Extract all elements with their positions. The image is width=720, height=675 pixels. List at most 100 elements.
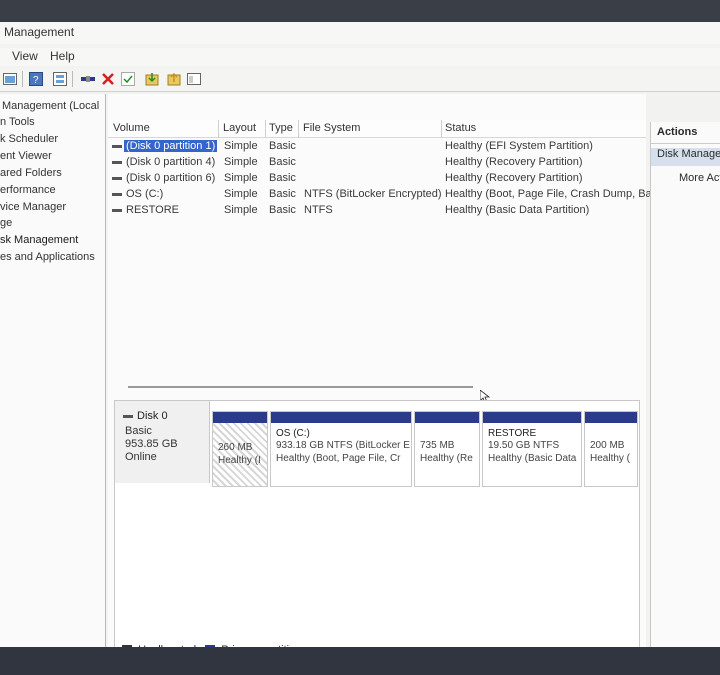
partition-status: Healthy ( [590,453,631,464]
partition-bar [483,412,581,423]
volume-layout: Simple [224,204,258,216]
volume-type: Basic [269,172,296,184]
screen-bezel-bottom [0,647,720,675]
partition-label: RESTORE [488,428,537,439]
window-title: Management [0,22,720,44]
volume-row[interactable]: OS (C:) Simple Basic NTFS (BitLocker Enc… [108,187,660,203]
connect-icon[interactable] [80,71,96,87]
volume-name: RESTORE [126,204,179,216]
disk-name: Disk 0 [137,410,168,422]
tree-root[interactable]: Management (Local [2,100,99,112]
menu-bar: View Help [0,48,720,66]
volume-icon [112,145,122,148]
volume-icon [112,193,122,196]
actions-section-disk-management[interactable]: Disk Managem [651,148,720,166]
more-actions-link[interactable]: More Act [679,172,720,184]
volume-row[interactable]: (Disk 0 partition 6) Simple Basic Health… [108,171,646,187]
partition-size: 19.50 GB NTFS [488,440,560,451]
disk-graphical-view: Disk 0 Basic 953.85 GB Online 260 MB Hea… [114,400,640,648]
horizontal-scrollbar[interactable] [128,386,473,388]
actions-title: Actions [651,126,720,144]
console-tree: Management (Local n Tools k Scheduler en… [0,94,106,659]
volume-type: Basic [269,204,296,216]
partition-status: Healthy (Boot, Page File, Cr [276,453,401,464]
col-file-system[interactable]: File System [300,122,360,134]
volume-row[interactable]: (Disk 0 partition 4) Simple Basic Health… [108,155,646,171]
partition-label: OS (C:) [276,428,310,439]
partition-bar [213,412,267,423]
partition-size: 933.18 GB NTFS (BitLocker E [276,440,410,451]
partition-block[interactable]: 200 MB Healthy ( [584,411,638,487]
svg-text:?: ? [33,75,39,86]
tree-item-disk-management[interactable]: sk Management [0,234,78,246]
screen-bezel-top [0,0,720,22]
volume-layout: Simple [224,172,258,184]
tree-item-performance[interactable]: erformance [0,184,56,196]
tree-item-tools[interactable]: n Tools [0,116,35,128]
col-volume[interactable]: Volume [110,122,150,134]
volume-layout: Simple [224,188,258,200]
volume-list-header: Volume Layout Type File System Status [108,120,646,138]
volume-name: OS (C:) [126,188,164,200]
partition-block[interactable]: OS (C:) 933.18 GB NTFS (BitLocker E Heal… [270,411,412,487]
menu-help[interactable]: Help [50,49,75,63]
center-pane: Volume Layout Type File System Status (D… [108,94,660,659]
volume-status: Healthy (Recovery Partition) [445,156,583,168]
disk-state: Online [125,451,157,463]
volume-layout: Simple [224,140,258,152]
menu-view[interactable]: View [12,49,38,63]
volume-layout: Simple [224,156,258,168]
tree-item-device-manager[interactable]: vice Manager [0,201,66,213]
export-icon[interactable] [166,71,182,87]
volume-name: (Disk 0 partition 1) [124,140,218,152]
volume-type: Basic [269,156,296,168]
col-layout[interactable]: Layout [220,122,256,134]
volume-type: Basic [269,188,296,200]
partition-status: Healthy (Re [420,453,473,464]
tree-item-event-viewer[interactable]: ent Viewer [0,150,52,162]
partition-bar [415,412,479,423]
tree-item-services-apps[interactable]: es and Applications [0,251,95,263]
volume-name: (Disk 0 partition 6) [126,172,216,184]
col-status[interactable]: Status [442,122,476,134]
disk-size: 953.85 GB [125,438,178,450]
partition-status: Healthy (I [218,455,261,466]
partition-block[interactable]: 735 MB Healthy (Re [414,411,480,487]
volume-icon [112,209,122,212]
volume-status: Healthy (EFI System Partition) [445,140,593,152]
volume-fs: NTFS (BitLocker Encrypted) [304,188,442,200]
partition-block[interactable]: RESTORE 19.50 GB NTFS Healthy (Basic Dat… [482,411,582,487]
col-type[interactable]: Type [266,122,293,134]
delete-icon[interactable] [100,71,116,87]
partition-status: Healthy (Basic Data [488,453,577,464]
volume-row[interactable]: (Disk 0 partition 1) Simple Basic Health… [108,139,646,155]
partition-bar [585,412,637,423]
partition-size: 200 MB [590,440,625,451]
tree-item-task-scheduler[interactable]: k Scheduler [0,133,58,145]
partition-size: 735 MB [420,440,455,451]
volume-icon [112,177,122,180]
check-icon[interactable] [120,71,136,87]
help-icon[interactable]: ? [28,71,44,87]
disk-type: Basic [125,425,152,437]
partition-bar [271,412,411,423]
volume-status: Healthy (Recovery Partition) [445,172,583,184]
volume-row[interactable]: RESTORE Simple Basic NTFS Healthy (Basic… [108,203,646,219]
volume-type: Basic [269,140,296,152]
import-icon[interactable] [144,71,160,87]
disk-icon [123,415,133,418]
volume-icon [112,161,122,164]
volume-fs: NTFS [304,204,333,216]
disk-0-label[interactable]: Disk 0 Basic 953.85 GB Online [115,401,210,483]
console-icon[interactable] [2,71,18,87]
tree-item-shared-folders[interactable]: ared Folders [0,167,62,179]
volume-status: Healthy (Boot, Page File, Crash Dump, Ba… [445,188,660,200]
volume-name: (Disk 0 partition 4) [126,156,216,168]
partition-block[interactable]: 260 MB Healthy (I [212,411,268,487]
actions-pane: Actions Disk Managem More Act [650,122,720,659]
tree-item-storage[interactable]: ge [0,217,12,229]
computer-management-window: Management View Help ? Management (Local… [0,22,720,659]
view-icon[interactable] [186,71,202,87]
properties-icon[interactable] [52,71,68,87]
toolbar: ? [0,68,720,92]
